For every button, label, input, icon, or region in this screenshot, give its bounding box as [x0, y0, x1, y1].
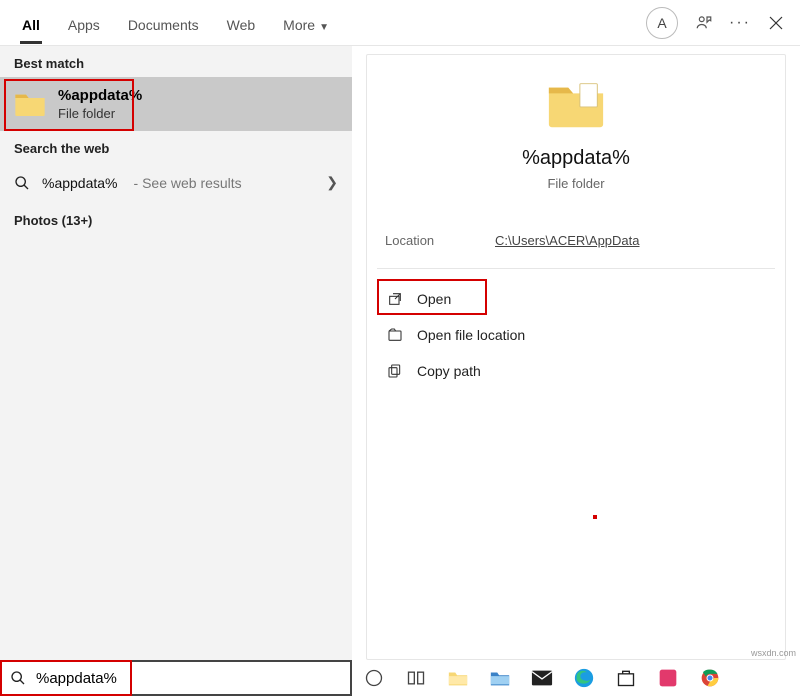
- action-copy-path[interactable]: Copy path: [381, 353, 771, 389]
- results-panel: Best match %appdata% File folder Search …: [0, 46, 352, 660]
- best-match-result[interactable]: %appdata% File folder: [0, 77, 352, 131]
- action-open[interactable]: Open: [381, 281, 771, 317]
- open-location-icon: [387, 327, 403, 343]
- tab-documents[interactable]: Documents: [116, 3, 211, 43]
- header-bar: All Apps Documents Web More▼ A ···: [0, 0, 800, 46]
- best-match-title: %appdata%: [58, 87, 142, 104]
- preview-title: %appdata%: [377, 147, 775, 170]
- location-label: Location: [385, 233, 495, 248]
- best-match-subtitle: File folder: [58, 106, 142, 121]
- location-row: Location C:\Users\ACER\AppData: [377, 233, 775, 269]
- chrome-icon[interactable]: [698, 666, 722, 690]
- tab-all[interactable]: All: [10, 3, 52, 43]
- taskbar: [352, 660, 800, 696]
- main-area: Best match %appdata% File folder Search …: [0, 46, 800, 660]
- preview-panel: %appdata% File folder Location C:\Users\…: [352, 46, 800, 660]
- search-input[interactable]: [34, 669, 342, 688]
- copy-icon: [387, 363, 403, 379]
- cortana-icon[interactable]: [362, 666, 386, 690]
- preview-card: %appdata% File folder Location C:\Users\…: [366, 54, 786, 660]
- open-icon: [387, 291, 403, 307]
- web-result-hint: - See web results: [134, 175, 242, 191]
- mail-icon[interactable]: [530, 666, 554, 690]
- filter-tabs: All Apps Documents Web More▼: [10, 3, 341, 43]
- account-avatar[interactable]: A: [646, 7, 678, 39]
- action-copy-path-label: Copy path: [417, 363, 481, 379]
- action-open-location[interactable]: Open file location: [381, 317, 771, 353]
- chevron-right-icon: ❯: [326, 174, 338, 191]
- file-explorer-alt-icon[interactable]: [488, 666, 512, 690]
- feedback-icon[interactable]: [686, 5, 722, 41]
- search-bar[interactable]: [0, 660, 352, 696]
- folder-icon: [14, 88, 46, 120]
- search-web-label: Search the web: [0, 131, 352, 162]
- tab-apps[interactable]: Apps: [56, 3, 112, 43]
- close-icon[interactable]: [758, 5, 794, 41]
- action-open-label: Open: [417, 291, 451, 307]
- store-icon[interactable]: [614, 666, 638, 690]
- tab-more[interactable]: More▼: [271, 3, 341, 43]
- action-open-location-label: Open file location: [417, 327, 525, 343]
- annotation-dot: [593, 515, 597, 519]
- web-result[interactable]: %appdata% - See web results ❯: [0, 162, 352, 203]
- preview-subtitle: File folder: [377, 176, 775, 191]
- edge-icon[interactable]: [572, 666, 596, 690]
- file-explorer-icon[interactable]: [446, 666, 470, 690]
- more-options-icon[interactable]: ···: [722, 5, 758, 41]
- photos-section-label: Photos (13+): [0, 203, 352, 238]
- watermark: wsxdn.com: [751, 648, 796, 658]
- chevron-down-icon: ▼: [319, 22, 329, 33]
- tab-web[interactable]: Web: [215, 3, 268, 43]
- app-pink-icon[interactable]: [656, 666, 680, 690]
- search-icon: [10, 670, 26, 686]
- preview-actions: Open Open file location Copy path: [377, 281, 775, 389]
- location-link[interactable]: C:\Users\ACER\AppData: [495, 233, 640, 248]
- folder-large-icon: [545, 79, 607, 131]
- web-result-query: %appdata%: [42, 175, 118, 191]
- task-view-icon[interactable]: [404, 666, 428, 690]
- search-icon: [14, 175, 30, 191]
- best-match-label: Best match: [0, 46, 352, 77]
